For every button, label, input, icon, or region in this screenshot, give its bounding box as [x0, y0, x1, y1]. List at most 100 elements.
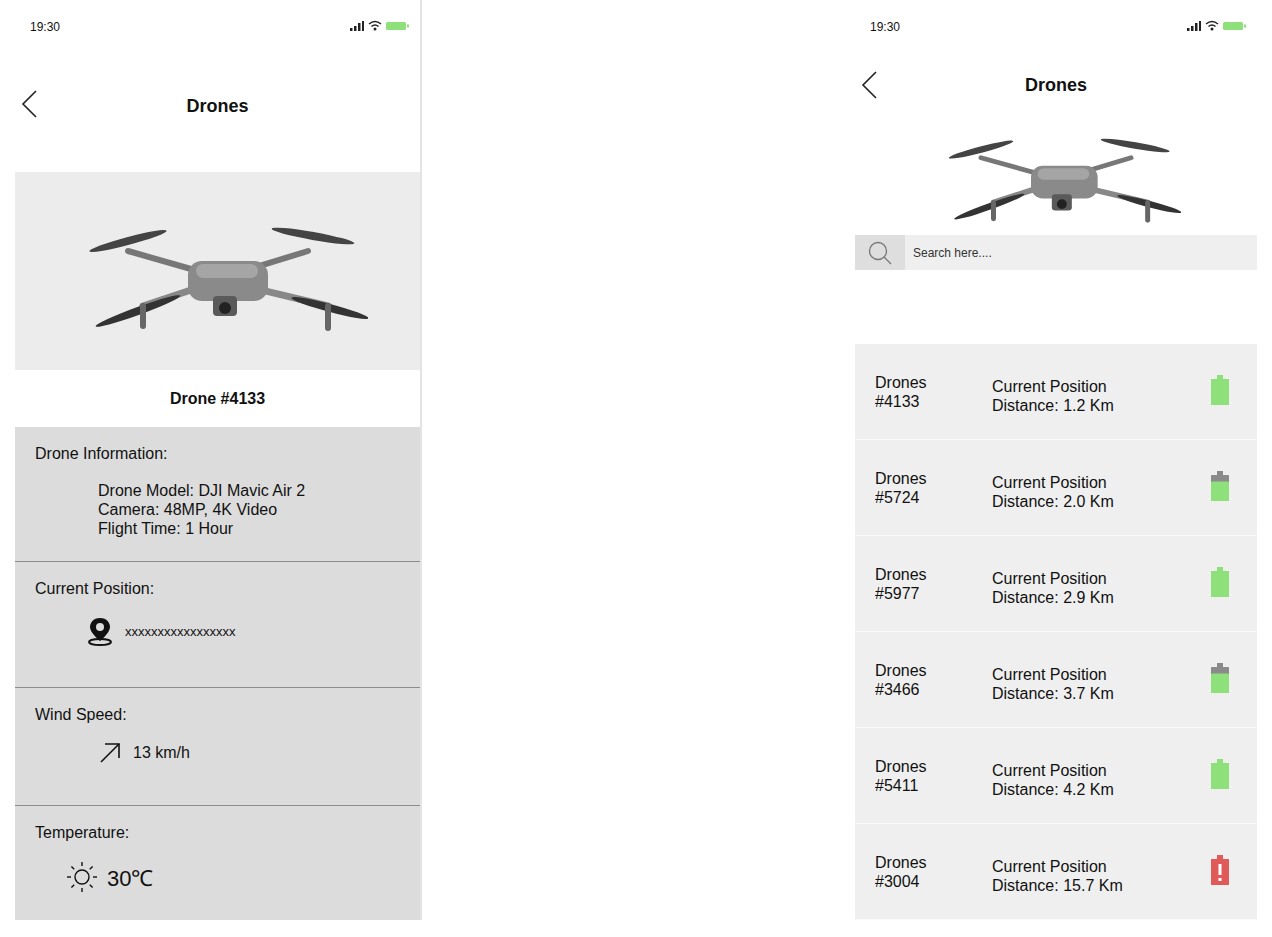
- battery: [1211, 855, 1229, 889]
- search-input[interactable]: [905, 235, 1257, 270]
- header: Drones: [15, 56, 420, 152]
- section-heading: Wind Speed:: [35, 706, 400, 724]
- battery-alert-icon: [1211, 855, 1229, 885]
- battery: [1211, 759, 1229, 793]
- signal-icon: [350, 21, 364, 31]
- sun-icon: [65, 860, 99, 894]
- drone-row[interactable]: Drones#3004Current PositionDistance: 15.…: [855, 824, 1257, 920]
- status-bar: 19:30: [855, 0, 1257, 54]
- drone-position: Current PositionDistance: 2.9 Km: [992, 561, 1211, 607]
- info-line: Drone Model: DJI Mavic Air 2: [98, 481, 400, 500]
- info-lines: Drone Model: DJI Mavic Air 2Camera: 48MP…: [35, 481, 400, 538]
- info-section: Temperature: 30℃: [15, 806, 420, 920]
- distance: Distance: 1.2 Km: [992, 396, 1211, 415]
- battery: [1211, 567, 1229, 601]
- drone-label: Drones: [875, 565, 992, 584]
- battery-icon: [1211, 759, 1229, 789]
- back-arrow-icon[interactable]: [19, 88, 41, 120]
- drone-row[interactable]: Drones#3466Current PositionDistance: 3.7…: [855, 632, 1257, 728]
- drone-row[interactable]: Drones#5977Current PositionDistance: 2.9…: [855, 536, 1257, 632]
- battery: [1211, 375, 1229, 409]
- back-arrow-icon[interactable]: [859, 69, 881, 101]
- battery-icon: [1211, 375, 1229, 405]
- distance: Distance: 3.7 Km: [992, 684, 1211, 703]
- status-icons: [1187, 20, 1247, 31]
- device-battery-icon: [386, 21, 410, 31]
- search-icon[interactable]: [867, 240, 893, 266]
- location-pin-icon: [87, 616, 113, 646]
- drone-label: Drones: [875, 757, 992, 776]
- status-time: 19:30: [870, 20, 900, 34]
- drone-image: [15, 172, 420, 370]
- section-value: xxxxxxxxxxxxxxxxx: [125, 624, 236, 639]
- info-line: Flight Time: 1 Hour: [98, 519, 400, 538]
- back-button[interactable]: [19, 88, 41, 120]
- search-bar: [855, 235, 1257, 270]
- distance: Distance: 15.7 Km: [992, 876, 1211, 895]
- battery-state: [1211, 663, 1229, 697]
- drone-label: Drones: [875, 469, 992, 488]
- battery-state: [1211, 759, 1229, 793]
- value-row: 13 km/h: [35, 742, 400, 764]
- wifi-icon: [368, 20, 382, 31]
- drone-position: Current PositionDistance: 15.7 Km: [992, 849, 1211, 895]
- status-icons: [350, 20, 410, 31]
- status-bar: 19:30: [15, 0, 420, 56]
- drone-label: Drones: [875, 661, 992, 680]
- back-button[interactable]: [859, 69, 881, 101]
- distance: Distance: 2.0 Km: [992, 492, 1211, 511]
- drone-detail-screen: 19:30 Drones Drone #4133 Drone Information:…: [15, 0, 422, 920]
- drone-id: Drones#3466: [875, 661, 992, 699]
- drone-id: Drones#5977: [875, 565, 992, 603]
- drone-name: Drone #4133: [170, 390, 265, 408]
- info-section: Wind Speed: 13 km/h: [15, 688, 420, 806]
- battery-icon: [1211, 567, 1229, 597]
- drone-number: #3004: [875, 872, 992, 891]
- info-section: Current Position: xxxxxxxxxxxxxxxxx: [15, 562, 420, 688]
- value-row: 30℃: [35, 860, 400, 894]
- device-battery-icon: [1223, 21, 1247, 31]
- position-label: Current Position: [992, 665, 1211, 684]
- drone-position: Current PositionDistance: 4.2 Km: [992, 753, 1211, 799]
- drone-row[interactable]: Drones#5724Current PositionDistance: 2.0…: [855, 440, 1257, 536]
- section-heading: Drone Information:: [35, 445, 400, 463]
- drone-image: [855, 113, 1257, 235]
- battery-state: [1211, 471, 1229, 505]
- drone-name-row: Drone #4133: [15, 370, 420, 427]
- section-heading: Temperature:: [35, 824, 400, 842]
- battery: [1211, 471, 1229, 505]
- drone-position: Current PositionDistance: 2.0 Km: [992, 465, 1211, 511]
- drone-id: Drones#4133: [875, 373, 992, 411]
- battery-state: [1211, 855, 1229, 889]
- section-value: 13 km/h: [133, 744, 190, 762]
- position-label: Current Position: [992, 377, 1211, 396]
- drone-id: Drones#3004: [875, 853, 992, 891]
- drone-id: Drones#5724: [875, 469, 992, 507]
- distance: Distance: 2.9 Km: [992, 588, 1211, 607]
- drone-row[interactable]: Drones#5411Current PositionDistance: 4.2…: [855, 728, 1257, 824]
- drone-photo: [68, 196, 368, 346]
- drone-number: #5977: [875, 584, 992, 603]
- status-time: 19:30: [30, 20, 60, 34]
- section-heading: Current Position:: [35, 580, 400, 598]
- drone-id: Drones#5411: [875, 757, 992, 795]
- drone-number: #5411: [875, 776, 992, 795]
- info-line: Camera: 48MP, 4K Video: [98, 500, 400, 519]
- screen-title: Drones: [1025, 75, 1087, 96]
- position-label: Current Position: [992, 761, 1211, 780]
- distance: Distance: 4.2 Km: [992, 780, 1211, 799]
- drone-list-screen: 19:30DronesDrones#4133Current PositionDi…: [855, 0, 1257, 920]
- screen-title: Drones: [186, 96, 248, 117]
- search-button[interactable]: [855, 235, 905, 270]
- drone-label: Drones: [875, 853, 992, 872]
- position-label: Current Position: [992, 473, 1211, 492]
- drone-photo: [931, 113, 1181, 235]
- battery-state: [1211, 375, 1229, 409]
- drone-label: Drones: [875, 373, 992, 392]
- drone-position: Current PositionDistance: 3.7 Km: [992, 657, 1211, 703]
- info-section: Drone Information: Drone Model: DJI Mavic…: [15, 427, 420, 562]
- wifi-icon: [1205, 20, 1219, 31]
- drone-row[interactable]: Drones#4133Current PositionDistance: 1.2…: [855, 344, 1257, 440]
- drone-position: Current PositionDistance: 1.2 Km: [992, 369, 1211, 415]
- drone-number: #5724: [875, 488, 992, 507]
